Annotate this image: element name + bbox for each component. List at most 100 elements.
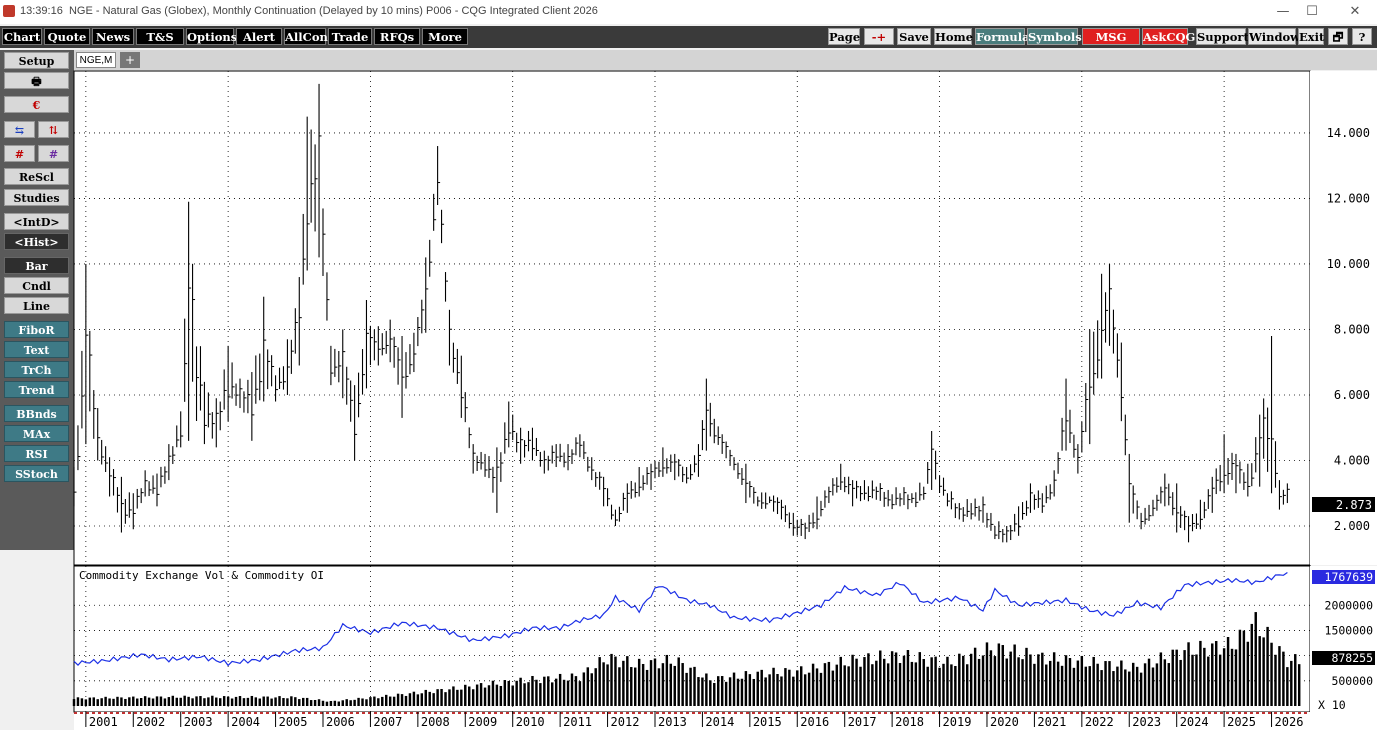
volume-bar (894, 652, 898, 706)
volume-bar (724, 681, 728, 706)
volume-bar (258, 698, 261, 706)
volume-bar (116, 696, 119, 706)
volume-bar (641, 663, 645, 706)
volume-bar (456, 689, 459, 706)
volume-bar (171, 695, 175, 706)
year-label: 2013 (658, 715, 687, 729)
volume-bar (586, 667, 590, 706)
volume-bar (645, 669, 649, 706)
year-label: 2015 (753, 715, 782, 729)
year-label: 2005 (279, 715, 308, 729)
volume-bar (772, 667, 775, 706)
volume-bar (226, 696, 230, 706)
volume-bar (1167, 663, 1171, 706)
volume-bar (515, 680, 518, 706)
volume-bar (128, 697, 131, 706)
volume-bar (713, 682, 716, 706)
volume-bar (1041, 652, 1044, 706)
volume-bar (222, 696, 226, 706)
volume-bar (1068, 658, 1072, 706)
volume-bar (784, 668, 787, 706)
price-chart[interactable]: 2.000 4.000 6.000 8.000 10.000 12.000 14.000 2… (0, 0, 1377, 730)
volume-bar (1013, 644, 1016, 706)
volume-bar (606, 664, 609, 706)
volume-bar (732, 672, 736, 706)
volume-bar (1191, 654, 1194, 706)
volume-bar (199, 696, 202, 706)
volume-bar (531, 675, 534, 706)
volume-bar (1124, 669, 1127, 706)
volume-bar (491, 680, 495, 706)
volume-bar (290, 696, 293, 706)
volume-bar (1001, 645, 1005, 706)
year-label: 2006 (326, 715, 355, 729)
volume-bar (321, 700, 325, 706)
volume-bar (1092, 656, 1095, 706)
volume-bar (981, 655, 985, 706)
volume-bar (1274, 654, 1277, 706)
volume-bar (740, 678, 744, 706)
volume-bar (1033, 663, 1036, 706)
volume-bar (479, 683, 483, 706)
year-label: 2007 (373, 715, 402, 729)
volume-bar (341, 700, 344, 706)
volume-bar (590, 673, 593, 706)
volume-bar (693, 666, 696, 706)
volume-bar (416, 694, 420, 706)
volume-bar (333, 700, 337, 706)
volume-bar (155, 696, 159, 706)
volume-bar (266, 696, 269, 706)
volume-bar (705, 673, 708, 706)
vol-last-label: 878255 (1331, 651, 1373, 665)
volume-bar (697, 677, 700, 706)
volume-bar (1159, 652, 1163, 706)
year-label: 2022 (1085, 715, 1114, 729)
volume-bar (503, 680, 507, 706)
volume-bar (1052, 652, 1056, 706)
price-panel[interactable] (73, 70, 1311, 566)
volume-bar (1254, 612, 1257, 706)
volume-bar (867, 653, 870, 706)
volume-bar (1163, 659, 1167, 706)
volume-bar (882, 658, 886, 706)
volume-bar (780, 676, 783, 706)
volume-bar (578, 681, 582, 706)
volume-bar (582, 672, 586, 706)
volume-bar (709, 680, 712, 706)
volume-bar (977, 658, 981, 706)
year-label: 2025 (1227, 715, 1256, 729)
volume-bar (796, 670, 799, 706)
volume-bar (250, 695, 254, 706)
volume-bar (539, 683, 542, 706)
volume-bar (424, 689, 427, 706)
volume-bar (392, 696, 396, 706)
volume-bar (701, 677, 704, 706)
volume-bar (950, 664, 953, 706)
volume-bar (147, 697, 151, 706)
volume-bar (471, 689, 475, 706)
volume-bar (1179, 659, 1182, 706)
year-label: 2010 (516, 715, 545, 729)
volume-bar (76, 697, 80, 706)
volume-bar (1120, 660, 1123, 706)
volume-bar (1072, 667, 1076, 706)
volume-bar (1258, 636, 1261, 706)
volume-bar (215, 697, 218, 706)
volume-bar (298, 699, 301, 706)
volume-bar (278, 696, 281, 706)
volume-bar (96, 699, 99, 706)
volume-bar (124, 698, 127, 706)
volume-bar (468, 686, 471, 706)
volume-bar (1203, 647, 1206, 706)
volume-bar (958, 653, 961, 706)
volume-bar (1005, 658, 1008, 706)
volume-bar (558, 673, 562, 706)
volume-bar (1250, 623, 1254, 706)
volume-bar (408, 693, 412, 706)
volume-bar (768, 674, 771, 706)
price-tick-label: 6.000 (1334, 388, 1370, 402)
volume-bar (175, 697, 178, 706)
volume-bar (1088, 666, 1091, 706)
volume-bar (831, 670, 835, 706)
volume-bar (163, 698, 167, 706)
